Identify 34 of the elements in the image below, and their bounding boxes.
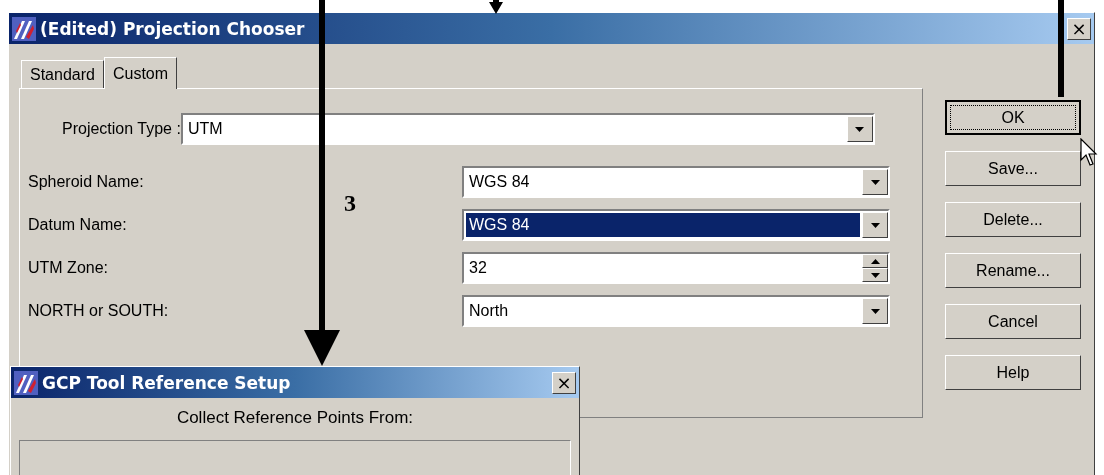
dialog-button[interactable]: Help xyxy=(945,355,1081,390)
dropdown-field[interactable]: UTM xyxy=(180,113,875,145)
down-arrow-icon xyxy=(870,222,880,228)
tab[interactable]: Standard xyxy=(21,60,104,88)
down-arrow-icon xyxy=(489,0,503,14)
dropdown-field[interactable]: WGS 84 xyxy=(462,166,890,198)
dialog-button[interactable]: Cancel xyxy=(945,304,1081,339)
down-arrow-icon xyxy=(870,179,880,185)
dialog-button[interactable]: Save... xyxy=(945,151,1081,186)
window-title: (Edited) Projection Chooser xyxy=(40,18,306,39)
dropdown-field[interactable]: North xyxy=(462,295,890,327)
down-arrow-icon xyxy=(870,308,880,314)
app-logo-icon xyxy=(14,370,38,395)
spin-field[interactable]: 32 xyxy=(462,252,890,284)
close-button[interactable]: × xyxy=(1067,17,1091,40)
tab[interactable]: Custom xyxy=(103,57,178,89)
dialog-button[interactable]: Delete... xyxy=(945,202,1081,237)
section-heading: Collect Reference Points From: xyxy=(175,408,415,428)
close-button[interactable]: × xyxy=(552,371,576,394)
field-label: NORTH or SOUTH: xyxy=(28,302,170,320)
field-label: Spheroid Name: xyxy=(28,173,145,191)
down-arrow-icon xyxy=(855,126,865,132)
dropdown-field[interactable]: WGS 84 xyxy=(462,209,890,241)
down-arrow-icon xyxy=(304,0,340,366)
field-label: UTM Zone: xyxy=(28,259,109,277)
window-title: GCP Tool Reference Setup xyxy=(42,372,292,393)
dialog-button[interactable]: OK xyxy=(945,100,1081,135)
annotation-number: 3 xyxy=(344,190,356,217)
app-logo-icon xyxy=(12,16,36,41)
field-label: Projection Type : xyxy=(62,120,181,138)
field-label: Datum Name: xyxy=(28,216,128,234)
dialog-button[interactable]: Rename... xyxy=(945,253,1081,288)
down-arrow-icon xyxy=(870,272,880,278)
up-arrow-icon xyxy=(870,258,880,264)
